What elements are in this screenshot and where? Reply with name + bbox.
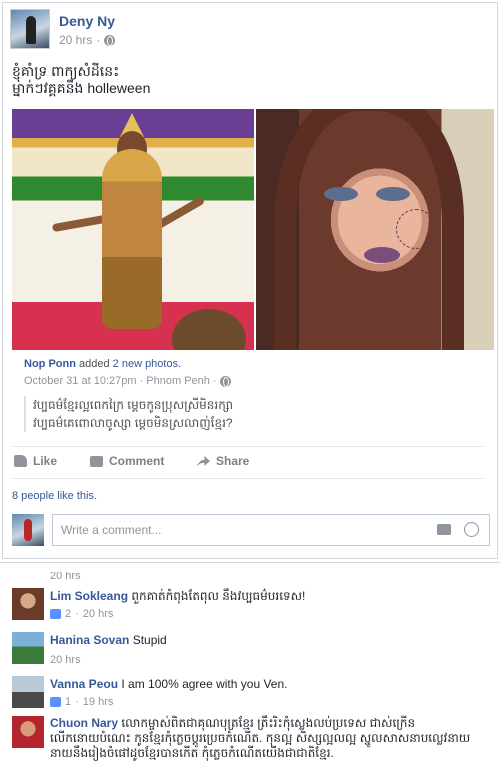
comment-item: Vanna Peou I am 100% agree with you Ven.… (12, 676, 490, 710)
post-meta: 20 hrs · (59, 33, 116, 47)
comment-item: Lim Sokleang ពួកគាត់កំពុងតែពុល នឹងវប្បធម… (12, 588, 490, 622)
commenter-avatar[interactable] (12, 588, 44, 620)
shared-meta: October 31 at 10:27pm · Phnom Penh · (24, 375, 231, 387)
comment-button[interactable]: Comment (90, 454, 196, 468)
photo-dancer[interactable] (12, 109, 254, 350)
post-time[interactable]: 20 hrs (59, 33, 92, 47)
shared-quote: វប្បធម៌ខ្មែរល្អពេកក្រៃ ម្ដេចកូនប្រុសស្រី… (24, 396, 484, 432)
like-count-icon (50, 697, 61, 707)
post-text-line-1: ខ្ញុំគាំទ្រ ពាក្យសំដីនេះ (12, 63, 120, 79)
section-separator (0, 562, 500, 563)
share-arrow-icon (196, 456, 210, 466)
camera-icon[interactable] (437, 524, 451, 535)
globe-icon (219, 375, 231, 387)
like-label: Like (33, 454, 58, 468)
emoji-icon[interactable] (464, 522, 479, 537)
shared-quote-line-2: វប្បធម៌គេពោលាចូស្សា ម្ដេចមិនស្រលាញ់ខ្មែរ… (33, 416, 233, 430)
share-button[interactable]: Share (196, 454, 249, 468)
comment-item: Hanina Sovan Stupid 20 hrs (12, 632, 490, 668)
like-count-icon (50, 609, 61, 619)
shared-from: Nop Ponn added 2 new photos. (24, 358, 181, 370)
photo-halloween-makeup[interactable] (256, 109, 494, 350)
commenter-avatar[interactable] (12, 716, 44, 748)
post-actions: Like Comment Share (14, 454, 249, 468)
comment-time[interactable]: 19 hrs (83, 694, 114, 710)
comment-item: Chuon Nary លោកម្ចាស់ពិតជាគុណបុត្រខ្មែរ ត… (12, 716, 490, 761)
share-label: Share (216, 454, 250, 468)
comment-time[interactable]: 20 hrs (50, 652, 81, 668)
comment-label: Comment (109, 454, 165, 468)
commenter-name[interactable]: Hanina Sovan (50, 633, 129, 647)
divider (12, 446, 484, 447)
shared-action: added (79, 358, 110, 370)
likes-summary[interactable]: 8 people like this. (12, 490, 97, 502)
comment-time[interactable]: 20 hrs (83, 606, 114, 622)
post-text-line-2: ម្នាក់ៗវគ្គគនឹង holleween (12, 80, 151, 96)
commenter-name[interactable]: Vanna Peou (50, 677, 118, 691)
post-text: ខ្ញុំគាំទ្រ ពាក្យសំដីនេះ ម្នាក់ៗវគ្គគនឹង… (12, 63, 150, 97)
commenter-name[interactable]: Lim Sokleang (50, 589, 128, 603)
shared-time[interactable]: October 31 at 10:27pm · Phnom Penh · (24, 375, 217, 387)
comment-text: ពួកគាត់កំពុងតែពុល នឹងវប្បធម៌បរទេស! (131, 589, 306, 603)
shared-quote-line-1: វប្បធម៌ខ្មែរល្អពេកក្រៃ ម្ដេចកូនប្រុសស្រី… (33, 398, 234, 412)
shared-photo-count[interactable]: 2 new photos. (113, 358, 182, 370)
cut-off-timestamp: 20 hrs (50, 572, 81, 580)
comment-icon (90, 455, 103, 467)
author-name[interactable]: Deny Ny (59, 13, 115, 29)
globe-icon (104, 34, 116, 46)
comment-text: Stupid (132, 633, 167, 647)
post-header: Deny Ny 20 hrs · (10, 9, 116, 49)
comment-placeholder: Write a comment... (61, 523, 162, 537)
comment-text: I am 100% agree with you Ven. (121, 677, 288, 691)
shared-author[interactable]: Nop Ponn (24, 358, 76, 370)
comment-composer: Write a comment... (12, 514, 490, 546)
author-avatar[interactable] (10, 9, 50, 49)
thumbs-up-icon (14, 455, 27, 467)
viewer-avatar (12, 514, 44, 546)
divider (12, 478, 484, 479)
comment-like-count[interactable]: 1 (65, 694, 71, 710)
commenter-name[interactable]: Chuon Nary (50, 716, 118, 730)
comment-like-count[interactable]: 2 (65, 606, 71, 622)
commenter-avatar[interactable] (12, 632, 44, 664)
like-button[interactable]: Like (14, 454, 90, 468)
commenter-avatar[interactable] (12, 676, 44, 708)
comment-input[interactable]: Write a comment... (52, 514, 490, 546)
